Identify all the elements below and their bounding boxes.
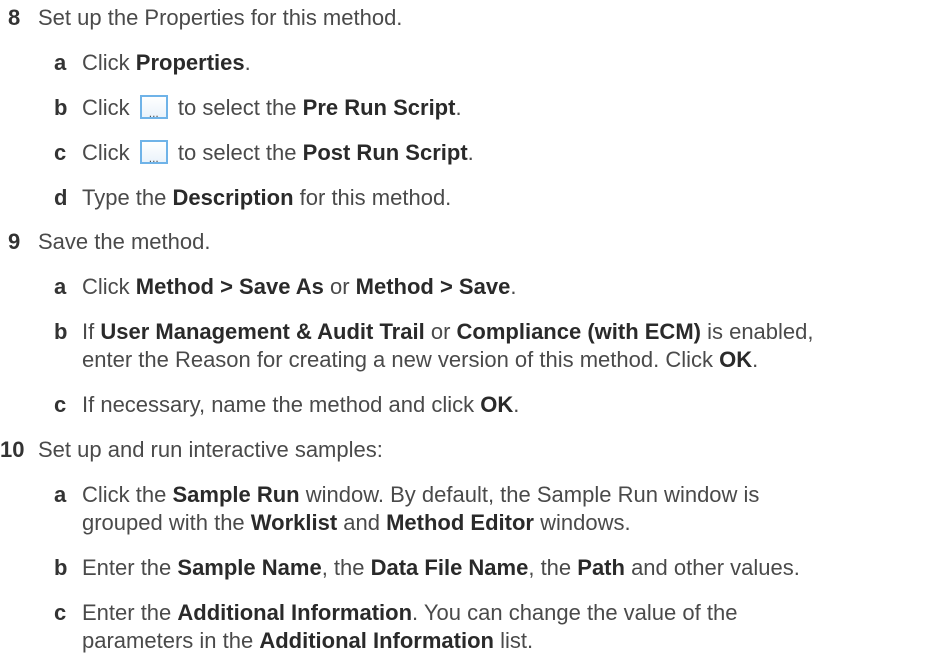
substep-letter: b — [54, 319, 68, 344]
ellipsis-button: ... — [139, 140, 168, 165]
step-number: 9 — [8, 229, 21, 254]
substep-letter: b — [54, 95, 68, 120]
substep-text: If User Management & Audit Trail or Comp… — [82, 319, 814, 344]
substep-letter: c — [54, 392, 67, 417]
step-text: Save the method. — [38, 229, 211, 254]
substep-text: Click Method > Save As or Method > Save. — [82, 274, 517, 299]
step-number: 8 — [8, 5, 21, 30]
step-text: Set up the Properties for this method. — [38, 5, 403, 30]
substep-text: Click ... to select the Pre Run Script. — [82, 95, 462, 120]
substep-text: Type the Description for this method. — [82, 185, 452, 210]
substep-text: grouped with the Worklist and Method Edi… — [82, 510, 631, 535]
substep-text: Click Properties. — [82, 50, 251, 75]
substep-letter: a — [54, 50, 67, 75]
substep-text: parameters in the Additional Information… — [82, 628, 534, 653]
substep-text: Enter the Additional Information. You ca… — [82, 600, 738, 625]
substep-text: Enter the Sample Name, the Data File Nam… — [82, 555, 800, 580]
substep-text: Click the Sample Run window. By default,… — [82, 482, 760, 507]
substep-letter: c — [54, 140, 67, 165]
step-number: 10 — [0, 437, 25, 462]
ellipsis-button: ... — [139, 95, 168, 120]
substep-letter: d — [54, 185, 68, 210]
substep-letter: c — [54, 600, 67, 625]
substep-text: Click ... to select the Post Run Script. — [82, 140, 474, 165]
step-text: Set up and run interactive samples: — [38, 437, 383, 462]
substep-text: enter the Reason for creating a new vers… — [82, 347, 759, 372]
substep-text: If necessary, name the method and click … — [82, 392, 520, 417]
substep-letter: a — [54, 482, 67, 507]
substep-letter: a — [54, 274, 67, 299]
substep-letter: b — [54, 555, 68, 580]
